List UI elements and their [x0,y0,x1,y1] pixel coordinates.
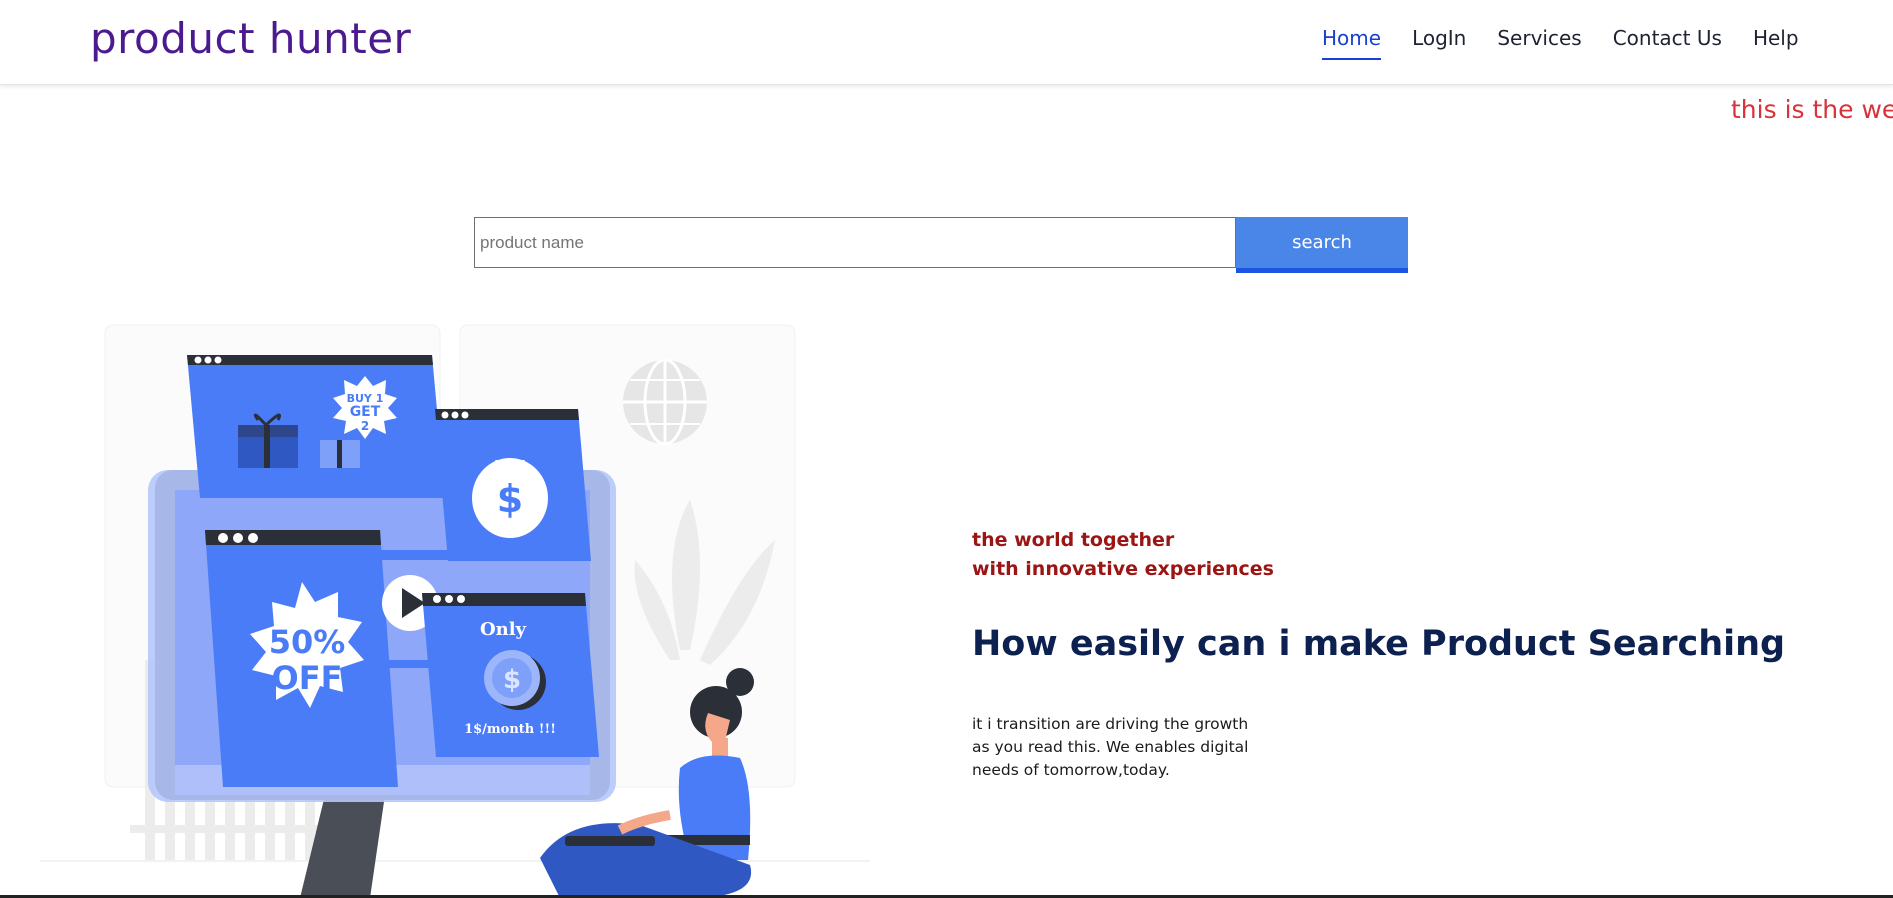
promo-text-2: GET [350,404,381,420]
product-search-input[interactable] [474,217,1236,268]
nav-login[interactable]: LogIn [1412,26,1466,60]
marquee-container: this is the we [0,84,1893,144]
discount-text-1: 50% [269,623,346,661]
money-window: $ [435,409,591,561]
description-line: as you read this. We enables digital [972,738,1249,756]
nav-services[interactable]: Services [1497,26,1581,60]
hero-tagline: the world together with innovative exper… [972,526,1274,584]
dollar-icon: $ [497,477,523,521]
search-button[interactable]: search [1236,217,1408,273]
brand-logo[interactable]: product hunter [90,14,411,63]
hero-description: it i transition are driving the growth a… [972,713,1262,782]
discount-window: 50% OFF [205,530,398,787]
description-line: needs of tomorrow,today. [972,761,1170,779]
tagline-line-2: with innovative experiences [972,558,1274,580]
price-text: 1$/month !!! [464,722,556,737]
discount-text-2: OFF [272,659,343,697]
shopping-illustration: BUY 1 GET 2 $ 50% OFF Only $ 1$/month !!… [40,324,870,898]
globe-icon [623,358,707,446]
top-navbar: product hunter Home LogIn Services Conta… [0,0,1893,85]
hero-headline: How easily can i make Product Searching [972,624,1786,664]
marquee-text: this is the we [1731,95,1893,124]
promo-text-3: 2 [361,419,369,433]
nav-home[interactable]: Home [1322,26,1382,60]
only-text: Only [480,619,527,640]
nav-help[interactable]: Help [1753,26,1799,60]
description-line: it i transition are driving the growth [972,715,1249,733]
subscription-window: Only $ 1$/month !!! [422,593,599,757]
main-nav: Home LogIn Services Contact Us Help [1322,26,1830,60]
nav-contact-us[interactable]: Contact Us [1613,26,1722,60]
coin-dollar-icon: $ [503,665,521,695]
promo-window: BUY 1 GET 2 [187,355,445,498]
search-bar: search [474,217,1408,273]
tagline-line-1: the world together [972,529,1175,551]
